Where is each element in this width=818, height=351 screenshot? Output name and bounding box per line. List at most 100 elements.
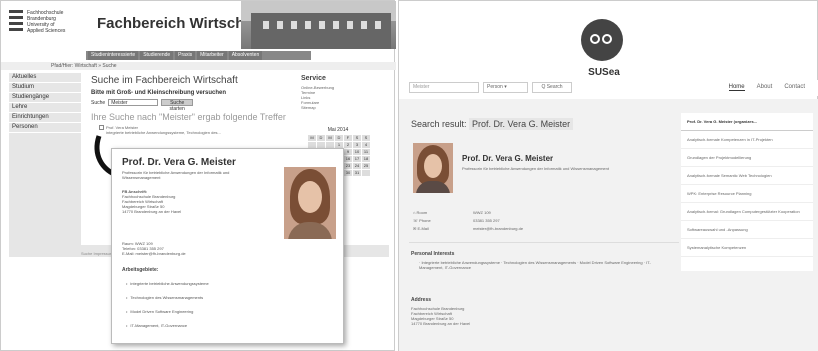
left-sidebar: Aktuelles Studium Studiengänge Lehre Ein… [9, 73, 81, 253]
calendar-day[interactable]: 23 [344, 163, 352, 169]
nav-item[interactable]: Studieninteressierte [88, 51, 139, 60]
info-value: WWZ 109 [473, 210, 491, 215]
search-form: Meister Person ▾ Q Search [409, 82, 572, 93]
calendar-day[interactable]: 31 [353, 170, 361, 176]
mail-icon: ✉ E-Mail [413, 226, 429, 231]
calendar-day[interactable]: 17 [353, 156, 361, 162]
screenshot-root: Fachhochschule Brandenburg University of… [0, 0, 818, 351]
calendar-day[interactable]: 11 [362, 149, 370, 155]
sidebar-item-active[interactable]: Prof. Dr. Vera G. Meister (organizes... [681, 113, 813, 131]
calendar-day[interactable]: F [344, 135, 352, 141]
calendar-day[interactable]: 3 [353, 142, 361, 148]
contact-email[interactable]: E-Mail: meister@fh-brandenburg.de [122, 251, 186, 256]
sidebar-item[interactable]: Personen [9, 123, 81, 133]
owl-eye-right [602, 34, 612, 44]
nav-item[interactable]: Absolventen [228, 51, 263, 60]
type-select-value: Person [487, 84, 503, 90]
interests-text: · Integrierte betriebliche Anwendungssys… [419, 260, 651, 270]
university-logo[interactable]: Fachhochschule Brandenburg University of… [9, 10, 89, 42]
sidebar-item[interactable]: Grundlagen der Projektmodellierung [681, 149, 813, 167]
calendar-day[interactable] [362, 170, 370, 176]
calendar-day[interactable]: 24 [353, 163, 361, 169]
search-button[interactable]: Q Search [532, 82, 572, 93]
search-input[interactable]: Meister [108, 99, 159, 106]
owl-logo-icon[interactable] [581, 19, 623, 61]
nav-home[interactable]: Home [728, 84, 745, 91]
person-name: Prof. Dr. Vera G. Meister [462, 154, 554, 163]
calendar-day[interactable]: 25 [362, 163, 370, 169]
result-title[interactable]: Prof. Vera Meister [106, 125, 138, 130]
sidebar-item[interactable]: WPK: Enterprise Resource Planning [681, 185, 813, 203]
area-item: integrierte betriebliche Anwendungssyste… [126, 277, 208, 291]
person-name: Prof. Dr. Vera G. Meister [122, 157, 236, 168]
address-line: 14770 Brandenburg an der Havel [411, 321, 471, 326]
calendar-day[interactable]: 30 [344, 170, 352, 176]
sidebar-item[interactable]: Studium [9, 83, 81, 93]
nav-about[interactable]: About [757, 84, 773, 91]
sidebar-item[interactable]: Analytisch-formale Kompetenzen in IT-Pro… [681, 131, 813, 149]
info-row-room: ⌂ Room WWZ 109 [413, 209, 523, 217]
nav-item[interactable]: Praxis [175, 51, 196, 60]
info-email[interactable]: meister@fh-brandenburg.de [473, 225, 523, 233]
breadcrumb[interactable]: Pfad/Hier: Wirtschaft » Suche [1, 62, 396, 70]
service-link[interactable]: Sitemap [301, 105, 386, 110]
service-box: Service Online-Bewerbung Termine Links F… [301, 75, 386, 110]
nav-item[interactable]: Mitarbeiter [197, 51, 227, 60]
calendar-day[interactable]: D [317, 135, 325, 141]
search-input[interactable]: Meister [409, 82, 479, 93]
info-value: 03381 355 297 [473, 218, 500, 223]
sidebar-item[interactable]: Einrichtungen [9, 113, 81, 123]
areas-label: Arbeitsgebiete: [122, 267, 159, 273]
area-item: Technologien des Wissensmanagements [126, 291, 209, 305]
home-icon: ⌂ Room [413, 210, 428, 215]
type-select[interactable]: Person ▾ [483, 82, 528, 93]
address-label: Address [411, 297, 432, 303]
sidebar-item[interactable]: Studiengänge [9, 93, 81, 103]
areas-list: integrierte betriebliche Anwendungssyste… [126, 277, 209, 333]
person-address: FB Anschrift: Fachhochschule Brandenburg… [122, 189, 242, 214]
calendar-day[interactable]: M [326, 135, 334, 141]
sidebar-item[interactable]: Systemanalytische Kompetenzen [681, 239, 813, 257]
logo-mark-icon [9, 10, 23, 34]
calendar-month: Mai 2014 [327, 127, 349, 133]
calendar-day[interactable]: D [335, 135, 343, 141]
calendar-day[interactable]: 16 [344, 156, 352, 162]
site-header: Fachhochschule Brandenburg University of… [1, 1, 396, 49]
person-photo [284, 167, 336, 239]
search-button[interactable]: Suche starten [161, 99, 194, 112]
results-heading: Ihre Suche nach "Meister" ergab folgende… [91, 112, 286, 122]
brand-name: SUSea [588, 67, 620, 78]
phone-icon: ☏ Phone [413, 218, 431, 223]
calendar-day[interactable]: S [353, 135, 361, 141]
search-form: Suche Meister Suche starten [91, 99, 194, 112]
search-result-heading: Search result: Prof. Dr. Vera G. Meister [411, 118, 574, 130]
address: Fachhochschule Brandenburg Fachbereich W… [411, 306, 470, 326]
calendar-day[interactable]: 18 [362, 156, 370, 162]
susea-panel: SUSea Meister Person ▾ Q Search Home Abo… [398, 0, 818, 351]
sidebar-item[interactable]: Analytisch-formal: Grundlagen Computerge… [681, 203, 813, 221]
sidebar-item[interactable]: Aktuelles [9, 73, 81, 83]
search-hint: Bitte mit Groß- und Kleinschreibung vers… [91, 90, 227, 96]
info-key: Room [416, 210, 428, 215]
nav-contact[interactable]: Contact [784, 84, 805, 91]
related-sidebar: Prof. Dr. Vera G. Meister (organizes... … [681, 113, 813, 271]
person-description: Professorin für betriebliche Anwendungen… [462, 166, 609, 171]
owl-eye-left [590, 34, 600, 44]
calendar-day[interactable]: 2 [344, 142, 352, 148]
sidebar-item[interactable]: Softwareauswahl und -Anpassung [681, 221, 813, 239]
calendar-day[interactable]: 9 [344, 149, 352, 155]
calendar-day[interactable]: 4 [362, 142, 370, 148]
person-detail-card: Prof. Dr. Vera G. Meister Professorin fü… [111, 148, 344, 344]
search-label: Suche [91, 99, 106, 106]
calendar-day[interactable]: 10 [353, 149, 361, 155]
sidebar-item[interactable]: Analytisch-formale Semantic Web Technolo… [681, 167, 813, 185]
calendar-day[interactable]: S [362, 135, 370, 141]
calendar-day[interactable]: M [308, 135, 316, 141]
top-navigation: Home About Contact [728, 84, 805, 91]
nav-item[interactable]: Studierende [140, 51, 174, 60]
person-photo [413, 143, 453, 193]
chevron-down-icon: ▾ [504, 84, 507, 90]
sidebar-item[interactable]: Lehre [9, 103, 81, 113]
building-photo [241, 1, 396, 49]
interests-label: Personal Interests [411, 251, 455, 257]
